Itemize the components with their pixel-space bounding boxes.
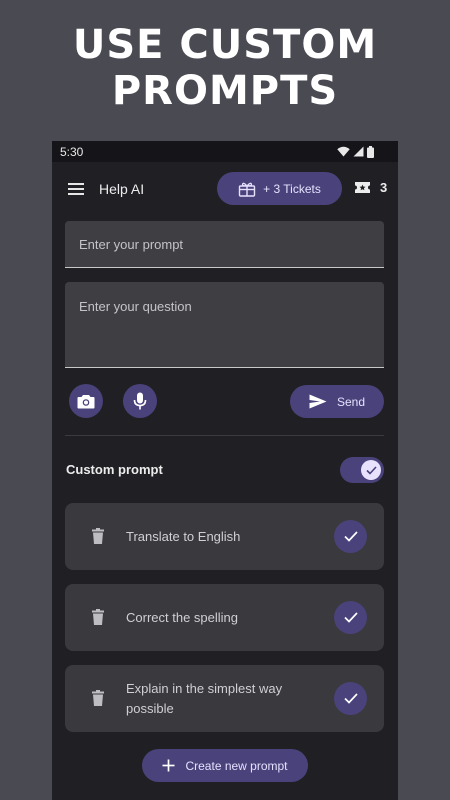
gift-icon xyxy=(238,182,256,197)
section-divider xyxy=(65,435,384,436)
ticket-icon xyxy=(355,182,370,193)
promo-headline-line2: PROMPTS xyxy=(111,68,339,114)
send-button[interactable]: Send xyxy=(290,385,384,418)
create-new-prompt-button[interactable]: Create new prompt xyxy=(142,749,308,782)
trash-icon[interactable] xyxy=(92,690,104,706)
check-icon xyxy=(343,531,358,542)
custom-prompt-label: Custom prompt xyxy=(66,462,163,477)
trash-icon[interactable] xyxy=(92,609,104,625)
trash-icon[interactable] xyxy=(92,528,104,544)
question-input-placeholder: Enter your question xyxy=(79,299,192,314)
camera-icon xyxy=(77,394,95,408)
prompt-card[interactable]: Explain in the simplest way possible xyxy=(65,665,384,732)
wifi-icon xyxy=(337,146,350,157)
get-tickets-label: + 3 Tickets xyxy=(263,181,321,196)
prompt-input[interactable]: Enter your prompt xyxy=(65,221,384,268)
prompt-card-text: Correct the spelling xyxy=(126,609,238,625)
prompt-input-placeholder: Enter your prompt xyxy=(79,236,184,252)
battery-icon xyxy=(367,145,374,158)
send-label: Send xyxy=(336,394,366,409)
toggle-knob xyxy=(361,460,381,480)
signal-icon xyxy=(353,146,364,157)
check-icon xyxy=(343,693,358,704)
prompt-card[interactable]: Translate to English xyxy=(65,503,384,570)
prompt-card-text: Explain in the simplest way possible xyxy=(126,680,283,716)
mic-icon xyxy=(133,392,147,410)
question-input[interactable]: Enter your question xyxy=(65,282,384,368)
get-tickets-button[interactable]: + 3 Tickets xyxy=(217,172,342,205)
plus-icon xyxy=(162,759,175,772)
check-icon xyxy=(365,465,377,475)
menu-icon[interactable] xyxy=(68,183,84,195)
app-title: Help AI xyxy=(99,181,145,197)
ticket-balance: 3 xyxy=(354,180,387,195)
prompt-select-button[interactable] xyxy=(334,682,367,715)
prompt-card[interactable]: Correct the spelling xyxy=(65,584,384,651)
promo-headline-line1: USE CUSTOM xyxy=(72,22,378,68)
custom-prompt-toggle[interactable] xyxy=(340,457,384,483)
prompt-select-button[interactable] xyxy=(334,520,367,553)
camera-button[interactable] xyxy=(69,384,103,418)
status-icons xyxy=(337,145,374,158)
phone-screen: 5:30 Help AI + 3 Tickets 3 Enter your pr… xyxy=(52,141,398,800)
ticket-count-value: 3 xyxy=(380,180,388,195)
status-time: 5:30 xyxy=(60,144,84,159)
check-icon xyxy=(343,612,358,623)
send-icon xyxy=(309,394,327,409)
create-new-prompt-label: Create new prompt xyxy=(185,758,288,773)
status-bar: 5:30 xyxy=(52,141,398,162)
promo-headline: USE CUSTOM PROMPTS xyxy=(0,22,450,114)
prompt-card-text: Translate to English xyxy=(126,528,241,544)
microphone-button[interactable] xyxy=(123,384,157,418)
app-bar: Help AI + 3 Tickets 3 xyxy=(52,162,398,215)
prompt-select-button[interactable] xyxy=(334,601,367,634)
